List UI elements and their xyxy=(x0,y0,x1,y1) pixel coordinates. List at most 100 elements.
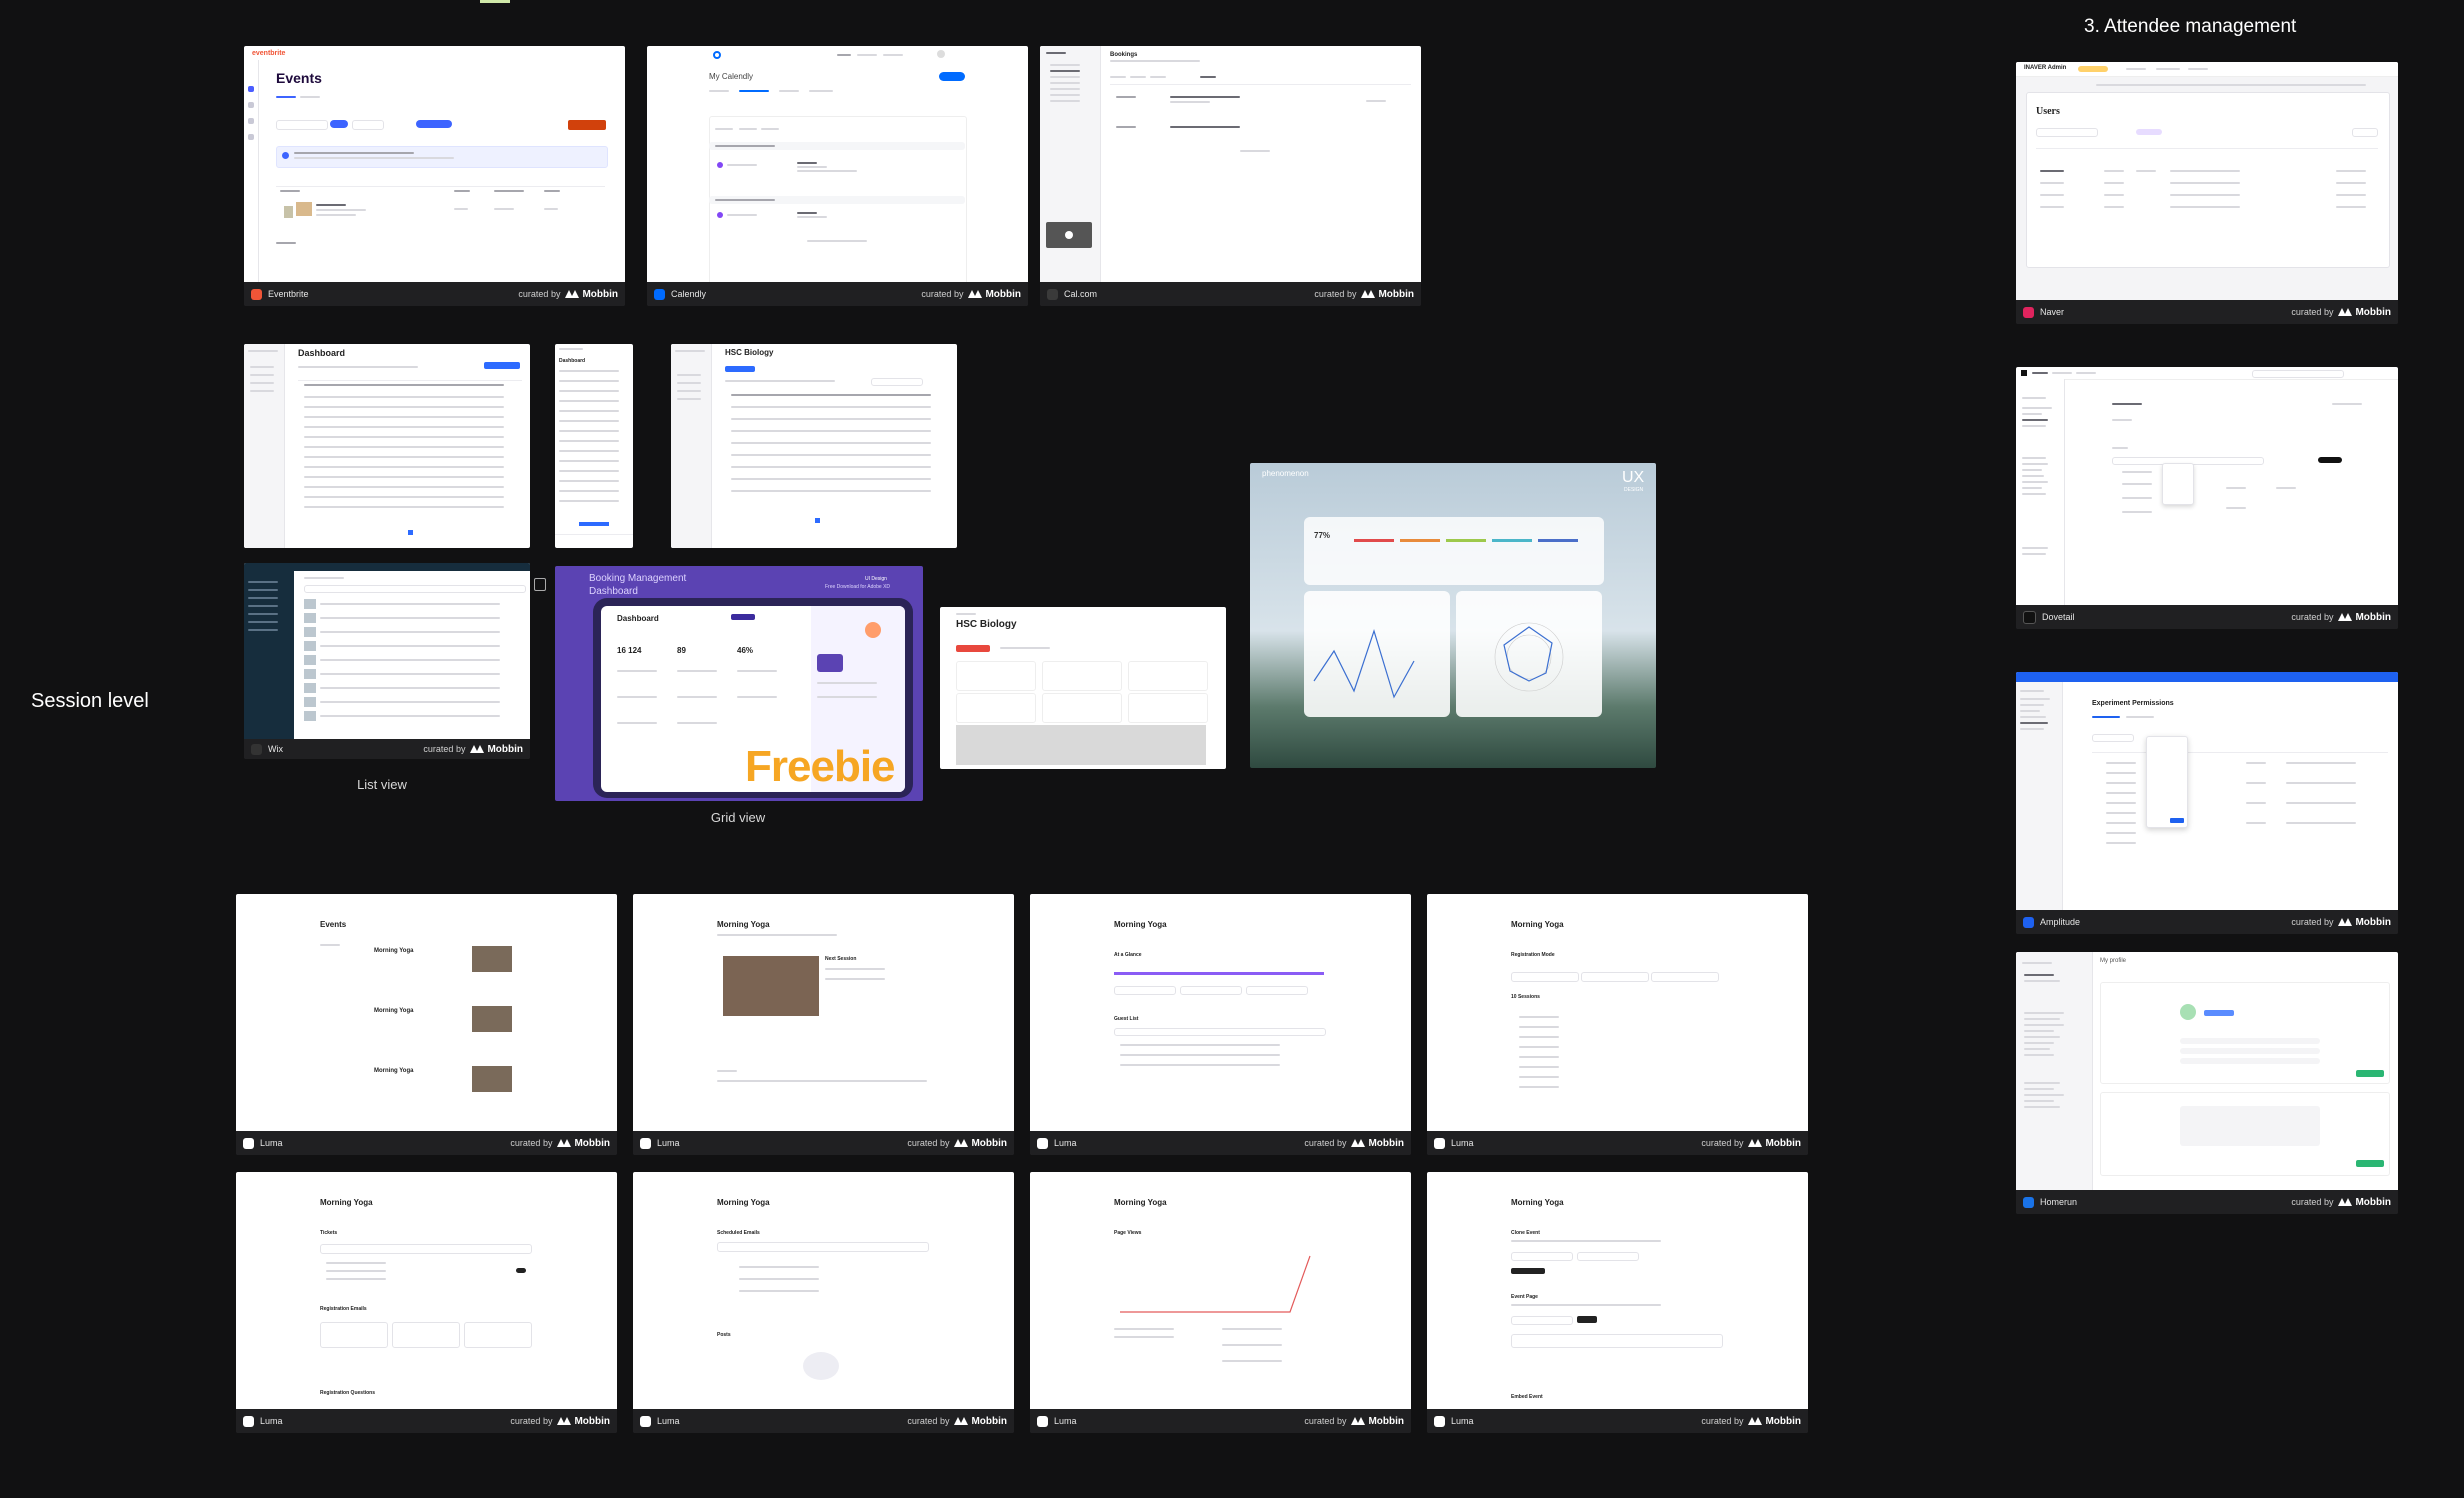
luma-more-card[interactable]: Morning Yoga Clone Event Event Page Embe… xyxy=(1427,1172,1808,1433)
tickets-label: Tickets xyxy=(320,1230,338,1236)
app-name: Cal.com xyxy=(1064,289,1098,299)
curated-by-label: curated by xyxy=(518,289,561,299)
app-name: Wix xyxy=(268,744,283,754)
event-page-label: Event Page xyxy=(1511,1294,1538,1300)
brand-name: Mobbin xyxy=(1368,1137,1404,1149)
registration-emails-label: Registration Emails xyxy=(320,1306,367,1312)
stat-value: 77% xyxy=(1314,531,1331,540)
homerun-page-title: My profile xyxy=(2100,958,2127,964)
app-name: Naver xyxy=(2040,307,2065,317)
card-footer: Cal.com curated by Mobbin xyxy=(1040,282,1421,306)
calcom-app-icon xyxy=(1047,288,1058,300)
frame-marker xyxy=(480,0,510,3)
card-footer: Dovetail curated by Mobbin xyxy=(2016,605,2398,629)
luma-title: Morning Yoga xyxy=(1114,1198,1167,1207)
brand-name: Mobbin xyxy=(574,1137,610,1149)
event-item-title: Morning Yoga xyxy=(374,1008,414,1014)
mobbin-logo-icon xyxy=(954,1139,969,1147)
card-footer: Naver curated by Mobbin xyxy=(2016,300,2398,324)
luma-registration-card[interactable]: Morning Yoga Tickets Registration Emails… xyxy=(236,1172,617,1433)
luma-insights-card[interactable]: Morning Yoga Page Views Luma curated by M… xyxy=(1030,1172,1411,1433)
pagination[interactable] xyxy=(394,530,444,535)
curated-by-label: curated by xyxy=(1304,1416,1347,1426)
curated-by-label: curated by xyxy=(907,1416,950,1426)
homerun-card[interactable]: My profile Homerun curated by Mobbin xyxy=(2016,952,2398,1214)
brand-name: Mobbin xyxy=(971,1415,1007,1427)
registration-mode-label: Registration Mode xyxy=(1511,952,1555,958)
app-name: Luma xyxy=(260,1416,283,1426)
card-footer: Amplitude curated by Mobbin xyxy=(2016,910,2398,934)
dovetail-card[interactable]: Dovetail curated by Mobbin xyxy=(2016,367,2398,629)
card-footer: Homerun curated by Mobbin xyxy=(2016,1190,2398,1214)
luma-emails-card[interactable]: Morning Yoga Scheduled Emails Posts Luma… xyxy=(633,1172,1014,1433)
booking-inner-title: Dashboard xyxy=(617,614,659,623)
phenomenon-card[interactable]: phenomenon UX DESIGN 77% xyxy=(1250,463,1656,768)
mobbin-logo-icon xyxy=(1361,290,1376,298)
curated-by-label: curated by xyxy=(2291,612,2334,622)
curated-by-label: curated by xyxy=(1701,1416,1744,1426)
dashboard-table-card[interactable]: Dashboard xyxy=(244,344,530,548)
wix-list-card[interactable]: Wix curated by Mobbin xyxy=(244,563,530,759)
dovetail-logo-icon xyxy=(2021,370,2027,376)
page-views-graph xyxy=(1120,1255,1311,1313)
brand-name: Mobbin xyxy=(985,288,1021,300)
app-name: Luma xyxy=(1451,1138,1474,1148)
caption-grid-view: Grid view xyxy=(710,810,766,825)
brand-name: Mobbin xyxy=(971,1137,1007,1149)
event-item-title: Morning Yoga xyxy=(374,948,414,954)
eventbrite-logo: eventbrite xyxy=(252,50,286,57)
luma-title: Morning Yoga xyxy=(1511,1198,1564,1207)
curated-by-label: curated by xyxy=(510,1138,553,1148)
dovetail-app-icon xyxy=(2023,610,2036,624)
luma-sessions-card[interactable]: Morning Yoga Registration Mode 10 Sessio… xyxy=(1427,894,1808,1155)
card-footer: Luma curated by Mobbin xyxy=(1030,1409,1411,1433)
calcom-card[interactable]: Bookings Cal.com curated by Mobbin xyxy=(1040,46,1421,306)
booking-tag: UI Design xyxy=(865,576,887,582)
luma-title: Morning Yoga xyxy=(1511,920,1564,929)
luma-overview-card[interactable]: Morning Yoga Next Session Luma curated b… xyxy=(633,894,1014,1155)
glass-panel-top: 77% xyxy=(1304,517,1604,585)
naver-page-title: Users xyxy=(2036,106,2060,117)
hsc-title: HSC Biology xyxy=(725,348,774,357)
calendly-app-icon xyxy=(654,288,665,300)
next-session-label: Next Session xyxy=(825,956,857,962)
hsc-biology-grid-card[interactable]: HSC Biology xyxy=(940,607,1226,769)
calendly-card[interactable]: My Calendly Calendly curated by Mobbin xyxy=(647,46,1028,306)
luma-app-icon xyxy=(640,1415,651,1427)
app-name: Amplitude xyxy=(2040,917,2081,927)
curated-by-label: curated by xyxy=(907,1138,950,1148)
brand-name: Mobbin xyxy=(2355,306,2391,318)
caption-list-view: List view xyxy=(357,777,407,792)
curated-by-label: curated by xyxy=(2291,1197,2334,1207)
role-dropdown[interactable] xyxy=(2146,736,2188,828)
curated-by-label: curated by xyxy=(2291,917,2334,927)
brand-name: Mobbin xyxy=(1765,1137,1801,1149)
curated-by-label: curated by xyxy=(510,1416,553,1426)
mobbin-logo-icon xyxy=(2338,308,2353,316)
registration-questions-label: Registration Questions xyxy=(320,1390,376,1396)
booking-tag-sub: Free Download for Adobe XD xyxy=(825,584,891,590)
amplitude-card[interactable]: Experiment Permissions Amplitude curated… xyxy=(2016,672,2398,934)
luma-title: Morning Yoga xyxy=(717,1198,770,1207)
toggle[interactable] xyxy=(516,1268,526,1273)
role-dropdown[interactable] xyxy=(2162,463,2194,505)
app-name: Luma xyxy=(657,1416,680,1426)
card-footer: Luma curated by Mobbin xyxy=(633,1409,1014,1433)
big-number-a: 16 124 xyxy=(617,646,642,655)
app-name: Luma xyxy=(1451,1416,1474,1426)
luma-events-card[interactable]: Events Morning Yoga Morning Yoga Morning… xyxy=(236,894,617,1155)
luma-app-icon xyxy=(1434,1415,1445,1427)
booking-dashboard-card[interactable]: Booking Management Dashboard UI Design F… xyxy=(555,566,923,801)
luma-guests-card[interactable]: Morning Yoga At a Glance Guest List Luma… xyxy=(1030,894,1411,1155)
radar-chart-panel xyxy=(1456,591,1602,717)
brand-name: Mobbin xyxy=(2355,916,2391,928)
dashboard-mobile-card[interactable]: Dashboard xyxy=(555,344,633,548)
eventbrite-card[interactable]: eventbrite Events Eventbrite curated by … xyxy=(244,46,625,306)
brand-name: Mobbin xyxy=(582,288,618,300)
freebie-badge: Freebie xyxy=(745,742,896,791)
naver-card[interactable]: INAVER Admin Users Naver curated by Mobbi… xyxy=(2016,62,2398,324)
luma-app-icon xyxy=(1037,1415,1048,1427)
at-a-glance-label: At a Glance xyxy=(1114,952,1142,958)
mobbin-logo-icon xyxy=(470,745,485,753)
hsc-biology-table-card[interactable]: HSC Biology xyxy=(671,344,957,548)
